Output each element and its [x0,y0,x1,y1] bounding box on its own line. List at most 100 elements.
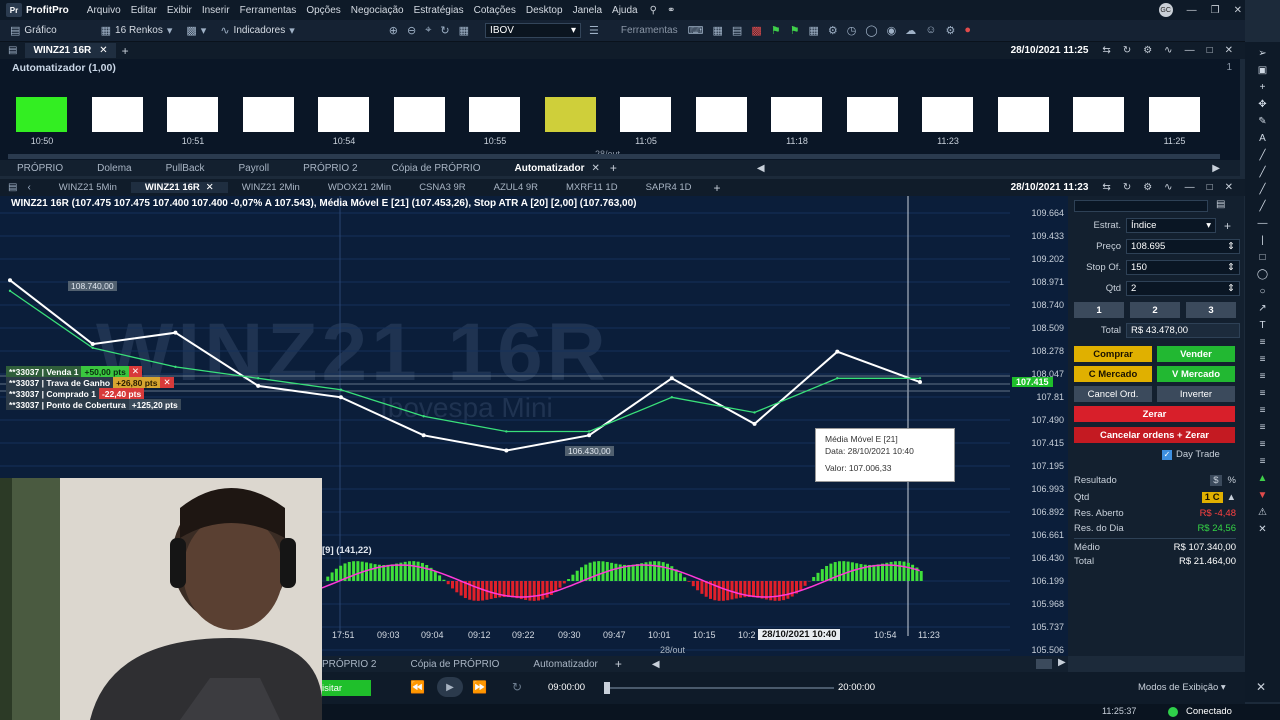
automator-block[interactable] [544,97,596,132]
close-icon[interactable]: ✕ [160,377,174,388]
tab-sapr4-1d[interactable]: SAPR4 1D [632,182,706,193]
eraser-icon[interactable]: ▣ [1258,65,1267,76]
tab-copia-proprio[interactable]: Cópia de PRÓPRIO [393,659,516,670]
minimize-icon[interactable]: — [1187,5,1197,16]
ellipse-icon[interactable]: ◯ [1257,269,1268,280]
close-icon[interactable]: ✕ [591,163,599,174]
automator-block[interactable] [318,97,369,132]
cloud-icon[interactable]: ☁ [905,24,916,37]
close-icon[interactable]: ✕ [1225,45,1233,56]
minimize-icon[interactable]: — [1185,182,1195,193]
order-comprado[interactable]: **33037 | Comprado 1 -22,40 pts [6,388,145,399]
order-trava-ganho[interactable]: **33037 | Trava de Ganho +26,80 pts ✕ [6,377,174,388]
tab-automatizador[interactable]: Automatizador [497,163,601,174]
cancelar-zerar-button[interactable]: Cancelar ordens + Zerar [1074,427,1235,443]
automator-block[interactable] [771,97,822,132]
delete-icon[interactable]: ✕ [1258,524,1266,535]
window-menu-icon[interactable]: ▤ [8,45,17,56]
preset-3-button[interactable]: 3 [1186,302,1236,318]
pencil-icon[interactable]: ✎ [1258,116,1266,127]
maximize-icon[interactable]: □ [1207,182,1213,193]
minimize-icon[interactable]: — [1185,45,1195,56]
tab-wdox21-2min[interactable]: WDOX21 2Min [314,182,405,193]
gann-icon[interactable]: ≡ [1260,388,1266,399]
window-menu-icon[interactable]: ▤ [8,182,17,193]
chart-type-selector[interactable]: ▩ ▾ [186,24,206,37]
grafico-button[interactable]: ▤ Gráfico [10,24,57,37]
tab-winz21-5min[interactable]: WINZ21 5Min [45,182,131,193]
tab-winz21-2min[interactable]: WINZ21 2Min [228,182,314,193]
calendar-icon[interactable]: ▦ [808,24,818,37]
stepper-icon[interactable]: ⇕ [1227,241,1235,252]
tab-proprio[interactable]: PRÓPRIO [0,163,80,174]
tab-winz21-16r[interactable]: WINZ21 16R ✕ [130,182,228,193]
refresh-icon[interactable]: ↻ [1123,182,1131,193]
tab-payroll[interactable]: Payroll [222,163,287,174]
reset-icon[interactable]: ↻ [512,680,522,694]
pitchfork-icon[interactable]: ≡ [1260,439,1266,450]
stepper-icon[interactable]: ⇕ [1227,262,1235,273]
flag-icon[interactable]: ⚑ [771,24,781,37]
settings-icon[interactable]: ⚙ [1143,182,1152,193]
preco-input[interactable]: 108.695 ⇕ [1126,239,1240,254]
chevron-left-icon[interactable]: ‹ [27,182,30,193]
settings-icon[interactable]: ⚙ [1143,45,1152,56]
chevron-right-icon[interactable]: ▶ [1212,163,1220,174]
day-trade-checkbox[interactable]: ✓ Day Trade [1162,449,1220,460]
heatmap-icon[interactable]: ▩ [751,24,761,37]
qtd-input[interactable]: 2 ⇕ [1126,281,1240,296]
symbol-input[interactable]: IBOV ▾ [485,23,582,38]
search-icon[interactable]: ⚲ [650,5,657,16]
rectangle-icon[interactable]: □ [1259,252,1265,263]
users-icon[interactable]: ☺ [925,24,936,37]
preset-1-button[interactable]: 1 [1074,302,1124,318]
list-icon[interactable]: ☰ [589,24,599,37]
andrews-icon[interactable]: ≡ [1260,405,1266,416]
add-tab-icon[interactable]: + [122,44,129,58]
menu-arquivo[interactable]: Arquivo [87,5,121,16]
tab-copia-proprio[interactable]: Cópia de PRÓPRIO [375,163,498,174]
menu-estrategias[interactable]: Estratégias [414,5,464,16]
clock-icon[interactable]: ◷ [847,24,857,37]
stepper-icon[interactable]: ⇕ [1227,283,1235,294]
line-icon[interactable]: ╱ [1259,150,1265,161]
menu-ferramentas[interactable]: Ferramentas [240,5,297,16]
add-tab-icon[interactable]: + [714,181,721,195]
pulse-icon[interactable]: ∿ [1164,45,1172,56]
automator-block[interactable] [91,97,143,132]
link-icon[interactable]: ⇆ [1102,45,1110,56]
menu-cotacoes[interactable]: Cotações [474,5,516,16]
automator-block[interactable] [620,97,671,132]
preset-2-button[interactable]: 2 [1130,302,1180,318]
close-icon[interactable]: ✕ [1234,5,1242,16]
estrat-select[interactable]: Índice ▾ [1126,218,1216,233]
zoom-out-icon[interactable]: ⊖ [407,24,416,37]
add-tab-icon[interactable]: + [610,161,617,175]
link-icon[interactable]: ▤ [1216,199,1225,210]
cancel-ord-button[interactable]: Cancel Ord. [1074,386,1152,402]
close-icon[interactable]: ✕ [1225,182,1233,193]
arrow-up-icon[interactable]: ▲ [1258,473,1268,484]
indicadores-button[interactable]: ∿ Indicadores ▾ [220,24,294,37]
notification-icon[interactable]: ● [964,24,971,37]
automator-block[interactable] [393,97,445,132]
pulse-icon[interactable]: ∿ [1164,182,1172,193]
menu-inserir[interactable]: Inserir [202,5,230,16]
fibo-fan-icon[interactable]: ≡ [1260,354,1266,365]
close-icon[interactable]: ✕ [99,45,107,56]
fibo-time-icon[interactable]: ≡ [1260,371,1266,382]
chevron-right-icon[interactable]: ▶ [1058,657,1066,668]
automator-block[interactable] [167,97,218,132]
sync-icon[interactable]: ↻ [440,24,449,37]
trend-icon[interactable]: ╱ [1259,184,1265,195]
restore-icon[interactable]: ❐ [1211,5,1220,16]
tab-csna3-9r[interactable]: CSNA3 9R [405,182,479,193]
grid-icon[interactable]: ▦ [459,24,469,37]
forward-icon[interactable]: ⏩ [472,680,487,694]
automator-block[interactable] [695,97,747,132]
nodes-icon[interactable]: ◯ [865,24,877,37]
c-mercado-button[interactable]: C Mercado [1074,366,1152,382]
crosshair-icon[interactable]: ⌖ [425,24,431,37]
arrow-down-icon[interactable]: ▼ [1258,490,1268,501]
replay-slider-handle[interactable] [604,682,610,694]
